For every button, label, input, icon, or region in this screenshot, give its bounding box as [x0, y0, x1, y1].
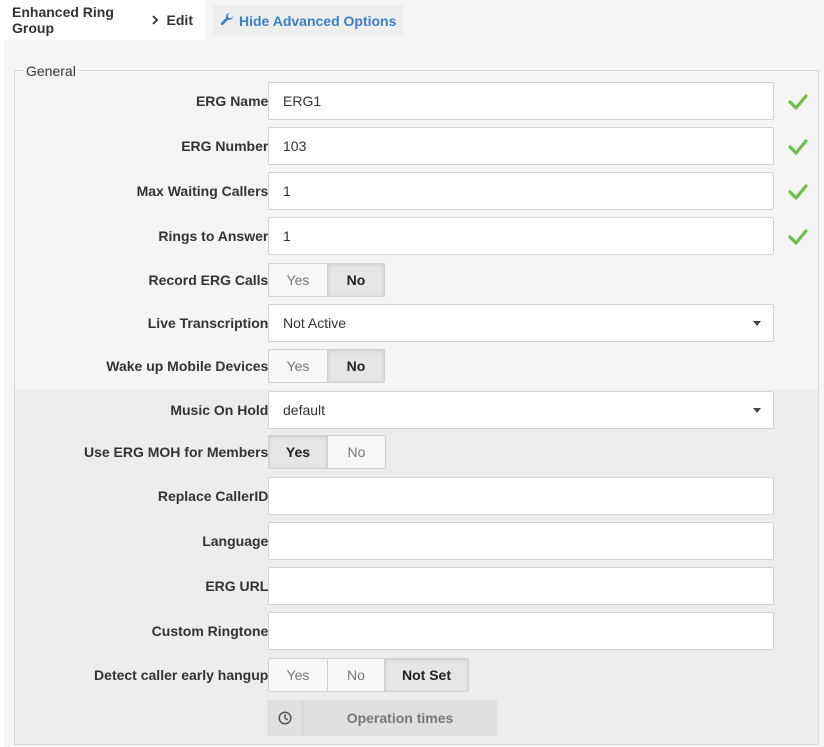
use-erg-moh-label: Use ERG MOH for Members: [83, 444, 273, 460]
language-field[interactable] [268, 522, 774, 560]
record-calls-no-option[interactable]: No [328, 264, 384, 296]
detect-early-hangup-row: Detect caller early hangup: Yes No Not S… [15, 658, 818, 692]
breadcrumb: Enhanced Ring Group Edit [0, 0, 205, 40]
caret-down-icon [753, 321, 761, 326]
wake-mobile-devices-row: Wake up Mobile Devices: Yes No [15, 349, 818, 383]
custom-ringtone-field[interactable] [268, 612, 774, 650]
live-transcription-row: Live Transcription: Not Active [15, 304, 818, 342]
language-label: Language: [202, 533, 273, 549]
erg-url-row: ERG URL: [15, 567, 818, 605]
music-on-hold-label: Music On Hold: [170, 402, 273, 418]
erg-url-field[interactable] [268, 567, 774, 605]
use-erg-moh-row: Use ERG MOH for Members: Yes No [15, 435, 818, 469]
max-waiting-callers-field[interactable]: 1 [268, 172, 774, 210]
erg-number-field[interactable]: 103 [268, 127, 774, 165]
erg-number-row: ERG Number: 103 [15, 127, 818, 165]
music-on-hold-value: default [283, 402, 326, 418]
replace-callerid-label: Replace CallerID: [157, 488, 273, 504]
valid-check-icon [788, 184, 808, 200]
wake-mobile-devices-label: Wake up Mobile Devices: [106, 358, 273, 374]
live-transcription-select[interactable]: Not Active [268, 304, 774, 342]
valid-check-icon [788, 139, 808, 155]
hide-advanced-options-label: Hide Advanced Options [239, 12, 397, 29]
live-transcription-value: Not Active [283, 315, 347, 331]
detect-early-hangup-toggle: Yes No Not Set [268, 658, 469, 692]
clock-icon [267, 700, 303, 736]
use-erg-moh-no-option[interactable]: No [328, 436, 385, 468]
valid-check-icon [788, 229, 808, 245]
breadcrumb-parent[interactable]: Enhanced Ring Group [12, 4, 143, 36]
breadcrumb-current: Edit [166, 12, 193, 28]
erg-name-row: ERG Name: ERG1 [15, 82, 818, 120]
wake-mobile-no-option[interactable]: No [328, 350, 384, 382]
erg-number-label: ERG Number: [181, 138, 273, 154]
record-erg-calls-row: Record ERG Calls: Yes No [15, 263, 818, 297]
operation-times-button[interactable]: Operation times [267, 700, 497, 736]
detect-early-hangup-label: Detect caller early hangup: [94, 667, 273, 683]
max-waiting-callers-row: Max Waiting Callers: 1 [15, 172, 818, 210]
custom-ringtone-row: Custom Ringtone: [15, 612, 818, 650]
wake-mobile-yes-option[interactable]: Yes [269, 350, 328, 382]
record-erg-calls-toggle: Yes No [268, 263, 385, 297]
valid-check-icon [788, 94, 808, 110]
operation-times-label: Operation times [346, 710, 454, 726]
music-on-hold-select[interactable]: default [268, 391, 774, 429]
general-legend: General [24, 63, 78, 79]
caret-down-icon [753, 408, 761, 413]
rings-to-answer-label: Rings to Answer: [158, 228, 273, 244]
live-transcription-label: Live Transcription: [147, 315, 273, 331]
erg-url-label: ERG URL: [205, 578, 273, 594]
erg-name-label: ERG Name: [195, 93, 273, 109]
max-waiting-callers-label: Max Waiting Callers: [136, 183, 273, 199]
use-erg-moh-yes-option[interactable]: Yes [269, 436, 328, 468]
use-erg-moh-toggle: Yes No [268, 435, 386, 469]
top-bar: Enhanced Ring Group Edit Hide Advanced O… [0, 0, 824, 40]
detect-hangup-not-set-option[interactable]: Not Set [385, 659, 468, 691]
detect-hangup-yes-option[interactable]: Yes [269, 659, 328, 691]
rings-to-answer-row: Rings to Answer: 1 [15, 217, 818, 255]
detect-hangup-no-option[interactable]: No [328, 659, 385, 691]
replace-callerid-row: Replace CallerID: [15, 477, 818, 515]
music-on-hold-row: Music On Hold: default [15, 391, 818, 429]
chevron-right-icon [151, 15, 159, 25]
wrench-icon [220, 12, 234, 29]
replace-callerid-field[interactable] [268, 477, 774, 515]
record-calls-yes-option[interactable]: Yes [269, 264, 328, 296]
language-row: Language: [15, 522, 818, 560]
erg-name-field[interactable]: ERG1 [268, 82, 774, 120]
rings-to-answer-field[interactable]: 1 [268, 217, 774, 255]
wake-mobile-devices-toggle: Yes No [268, 349, 385, 383]
hide-advanced-options-button[interactable]: Hide Advanced Options [213, 5, 404, 36]
record-erg-calls-label: Record ERG Calls: [148, 272, 273, 288]
custom-ringtone-label: Custom Ringtone: [151, 623, 273, 639]
